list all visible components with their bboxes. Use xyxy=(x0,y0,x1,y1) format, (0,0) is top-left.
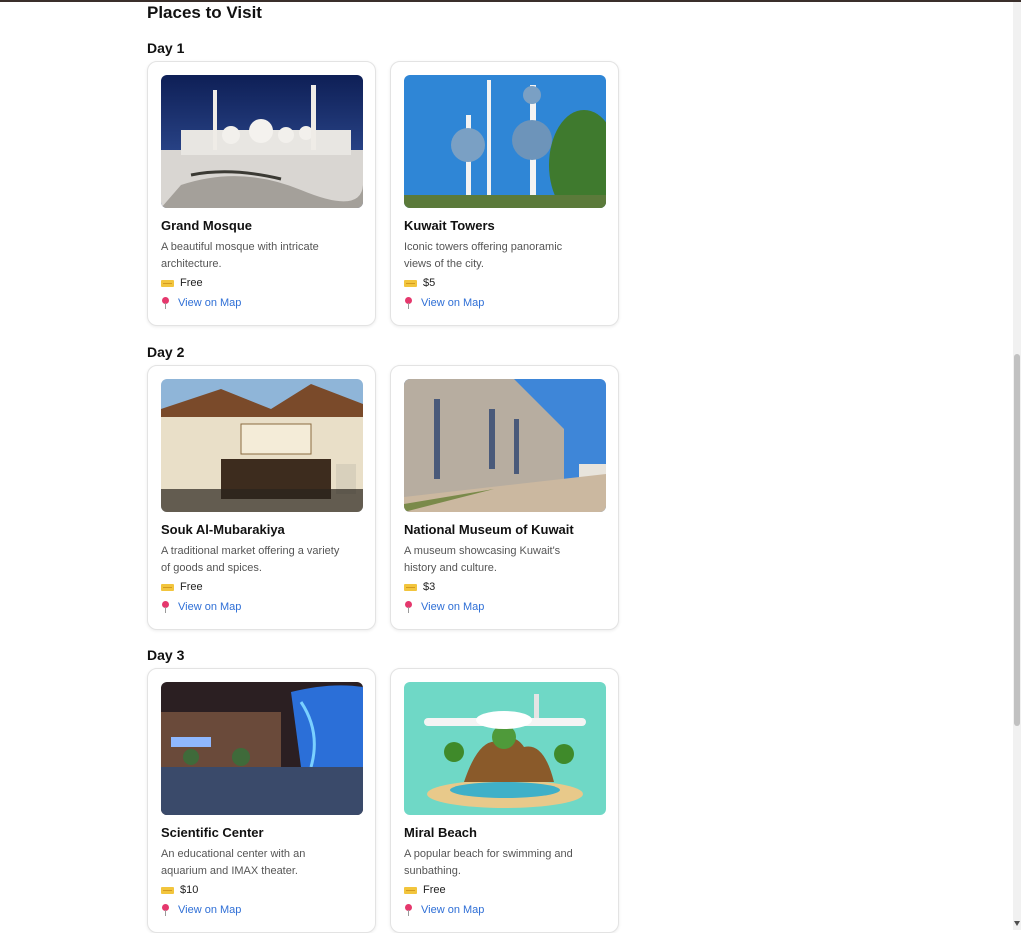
price-value: $5 xyxy=(423,277,436,289)
place-map[interactable]: View on Map xyxy=(404,297,484,309)
map-pin-icon xyxy=(161,601,170,613)
place-card-national-museum[interactable]: National Museum of Kuwait A museum showc… xyxy=(390,365,619,630)
place-price: $5 xyxy=(404,277,435,289)
price-value: Free xyxy=(180,277,203,289)
ticket-icon xyxy=(404,279,417,287)
ticket-icon xyxy=(404,886,417,894)
place-image xyxy=(161,682,363,815)
place-card-miral-beach[interactable]: Miral Beach A popular beach for swimming… xyxy=(390,668,619,933)
place-description: A traditional market offering a variety … xyxy=(161,545,340,574)
place-image xyxy=(161,379,363,512)
place-name: Scientific Center xyxy=(161,825,264,840)
place-name: Souk Al-Mubarakiya xyxy=(161,522,285,537)
place-price: Free xyxy=(404,884,446,896)
place-name: Miral Beach xyxy=(404,825,477,840)
place-description: An educational center with an aquarium a… xyxy=(161,848,306,877)
place-card-grand-mosque[interactable]: Grand Mosque A beautiful mosque with int… xyxy=(147,61,376,326)
day-heading: Day 3 xyxy=(147,647,185,663)
place-map[interactable]: View on Map xyxy=(161,601,241,613)
ticket-icon xyxy=(161,279,174,287)
place-price: Free xyxy=(161,277,203,289)
view-on-map-link[interactable]: View on Map xyxy=(178,601,241,613)
place-description: A popular beach for swimming and sunbath… xyxy=(404,848,573,877)
place-image xyxy=(404,379,606,512)
place-price: $10 xyxy=(161,884,198,896)
view-on-map-link[interactable]: View on Map xyxy=(421,297,484,309)
scroll-down-arrow-icon[interactable] xyxy=(1014,921,1020,926)
place-image xyxy=(404,682,606,815)
ticket-icon xyxy=(404,583,417,591)
map-pin-icon xyxy=(161,904,170,916)
ticket-icon xyxy=(161,583,174,591)
price-value: $10 xyxy=(180,884,199,896)
ticket-icon xyxy=(161,886,174,894)
place-description: A beautiful mosque with intricate archit… xyxy=(161,241,319,270)
place-image xyxy=(404,75,606,208)
place-price: $3 xyxy=(404,581,435,593)
view-on-map-link[interactable]: View on Map xyxy=(421,904,484,916)
window-top-border xyxy=(0,0,1021,2)
day-heading: Day 2 xyxy=(147,344,185,360)
place-map[interactable]: View on Map xyxy=(161,904,241,916)
map-pin-icon xyxy=(404,297,413,309)
day-heading: Day 1 xyxy=(147,40,185,56)
place-card-kuwait-towers[interactable]: Kuwait Towers Iconic towers offering pan… xyxy=(390,61,619,326)
place-image xyxy=(161,75,363,208)
scrollbar-thumb[interactable] xyxy=(1014,354,1020,726)
vertical-scrollbar[interactable] xyxy=(1013,2,1021,930)
place-map[interactable]: View on Map xyxy=(404,601,484,613)
view-on-map-link[interactable]: View on Map xyxy=(178,297,241,309)
view-on-map-link[interactable]: View on Map xyxy=(178,904,241,916)
map-pin-icon xyxy=(404,601,413,613)
place-map[interactable]: View on Map xyxy=(404,904,484,916)
place-description: Iconic towers offering panoramic views o… xyxy=(404,241,563,270)
view-on-map-link[interactable]: View on Map xyxy=(421,601,484,613)
place-name: Kuwait Towers xyxy=(404,218,495,233)
place-map[interactable]: View on Map xyxy=(161,297,241,309)
place-card-souk-al-mubarakiya[interactable]: Souk Al-Mubarakiya A traditional market … xyxy=(147,365,376,630)
place-name: Grand Mosque xyxy=(161,218,253,233)
price-value: $3 xyxy=(423,581,436,593)
place-card-scientific-center[interactable]: Scientific Center An educational center … xyxy=(147,668,376,933)
price-value: Free xyxy=(180,581,203,593)
place-name: National Museum of Kuwait xyxy=(404,522,574,537)
place-description: A museum showcasing Kuwait's history and… xyxy=(404,545,561,574)
map-pin-icon xyxy=(404,904,413,916)
price-value: Free xyxy=(423,884,446,896)
map-pin-icon xyxy=(161,297,170,309)
place-price: Free xyxy=(161,581,203,593)
page-title: Places to Visit xyxy=(147,3,262,22)
